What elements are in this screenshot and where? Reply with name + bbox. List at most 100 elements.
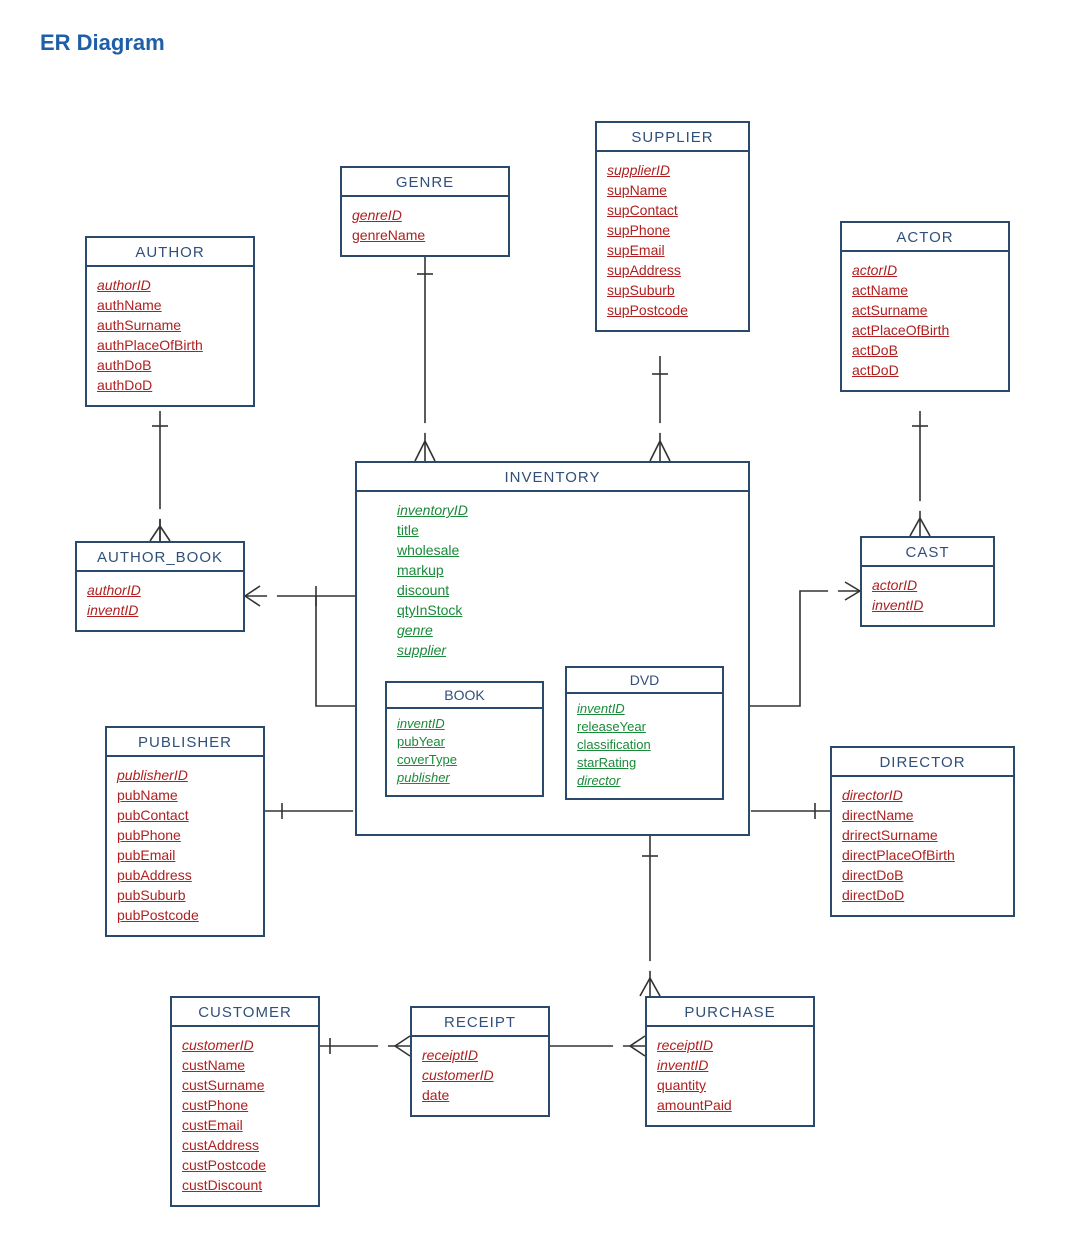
entity-attribute: amountPaid (657, 1095, 803, 1115)
entity-attribute: drirectSurname (842, 825, 1003, 845)
entity-attribute: pubAddress (117, 865, 253, 885)
entity-attribute: starRating (577, 754, 712, 772)
entity-attribute: releaseYear (577, 718, 712, 736)
entity-attribute: directDoD (842, 885, 1003, 905)
entity-attribute: custPostcode (182, 1155, 308, 1175)
entity-receipt: RECEIPT receiptIDcustomerIDdate (410, 1006, 550, 1117)
entity-attribute: inventID (872, 595, 983, 615)
entity-attribute: actorID (872, 575, 983, 595)
entity-genre: GENRE genreIDgenreName (340, 166, 510, 257)
entity-title: ACTOR (842, 223, 1008, 252)
entity-attribute: authorID (87, 580, 233, 600)
entity-attribute: classification (577, 736, 712, 754)
entity-title: PURCHASE (647, 998, 813, 1027)
entity-attribute: customerID (182, 1035, 308, 1055)
entity-dvd: DVD inventIDreleaseYearclassificationsta… (565, 666, 724, 800)
entity-attribute: genreName (352, 225, 498, 245)
entity-attribute: pubSuburb (117, 885, 253, 905)
entity-attribute: actDoD (852, 360, 998, 380)
entity-attribute: custAddress (182, 1135, 308, 1155)
entity-customer: CUSTOMER customerIDcustNamecustSurnamecu… (170, 996, 320, 1207)
entity-attribute: pubContact (117, 805, 253, 825)
entity-attribute: custPhone (182, 1095, 308, 1115)
entity-attribute: receiptID (422, 1045, 538, 1065)
entity-publisher: PUBLISHER publisherIDpubNamepubContactpu… (105, 726, 265, 937)
entity-title: GENRE (342, 168, 508, 197)
entity-attribute: pubName (117, 785, 253, 805)
er-canvas: AUTHOR authorIDauthNameauthSurnameauthPl… (40, 66, 1040, 1226)
entity-attribute: supName (607, 180, 738, 200)
entity-attribute: directName (842, 805, 1003, 825)
entity-attribute: supplierID (607, 160, 738, 180)
entity-title: AUTHOR (87, 238, 253, 267)
page-title: ER Diagram (40, 30, 1036, 56)
entity-attribute: pubEmail (117, 845, 253, 865)
entity-cast: CAST actorIDinventID (860, 536, 995, 627)
entity-attribute: supEmail (607, 240, 738, 260)
entity-attribute: genreID (352, 205, 498, 225)
entity-attribute: authPlaceOfBirth (97, 335, 243, 355)
entity-attribute: coverType (397, 751, 532, 769)
entity-attribute: genre (397, 620, 738, 640)
entity-title: DVD (567, 668, 722, 694)
entity-attribute: inventID (87, 600, 233, 620)
entity-title: DIRECTOR (832, 748, 1013, 777)
entity-attribute: quantity (657, 1075, 803, 1095)
entity-attribute: actSurname (852, 300, 998, 320)
entity-attribute: authDoD (97, 375, 243, 395)
entity-attribute: qtyInStock (397, 600, 738, 620)
entity-attribute: actPlaceOfBirth (852, 320, 998, 340)
entity-attribute: supSuburb (607, 280, 738, 300)
entity-attribute: actDoB (852, 340, 998, 360)
entity-attribute: authDoB (97, 355, 243, 375)
entity-attribute: title (397, 520, 738, 540)
entity-title: CAST (862, 538, 993, 567)
entity-attribute: authorID (97, 275, 243, 295)
entity-book: BOOK inventIDpubYearcoverTypepublisher (385, 681, 544, 797)
entity-attribute: directPlaceOfBirth (842, 845, 1003, 865)
entity-attribute: authName (97, 295, 243, 315)
entity-attribute: inventID (577, 700, 712, 718)
entity-attribute: supPostcode (607, 300, 738, 320)
entity-attribute: authSurname (97, 315, 243, 335)
entity-author-book: AUTHOR_BOOK authorIDinventID (75, 541, 245, 632)
entity-attribute: customerID (422, 1065, 538, 1085)
entity-attribute: date (422, 1085, 538, 1105)
entity-attribute: discount (397, 580, 738, 600)
entity-attribute: directorID (842, 785, 1003, 805)
entity-attribute: actorID (852, 260, 998, 280)
entity-title: INVENTORY (357, 463, 748, 492)
entity-supplier: SUPPLIER supplierIDsupNamesupContact supP… (595, 121, 750, 332)
entity-attribute: actName (852, 280, 998, 300)
entity-attribute: custSurname (182, 1075, 308, 1095)
entity-title: SUPPLIER (597, 123, 748, 152)
entity-attribute: pubYear (397, 733, 532, 751)
entity-director: DIRECTOR directorIDdirectNamedrirectSurn… (830, 746, 1015, 917)
entity-attribute: director (577, 772, 712, 790)
entity-title: CUSTOMER (172, 998, 318, 1027)
entity-attribute: wholesale (397, 540, 738, 560)
entity-actor: ACTOR actorIDactNameactSurnameactPlaceOf… (840, 221, 1010, 392)
entity-title: PUBLISHER (107, 728, 263, 757)
entity-attribute: publisher (397, 769, 532, 787)
entity-purchase: PURCHASE receiptIDinventIDquantityamount… (645, 996, 815, 1127)
entity-attribute: markup (397, 560, 738, 580)
entity-attribute: custDiscount (182, 1175, 308, 1195)
entity-attribute: inventoryID (397, 500, 738, 520)
entity-attribute: supAddress (607, 260, 738, 280)
entity-author: AUTHOR authorIDauthNameauthSurnameauthPl… (85, 236, 255, 407)
entity-attribute: publisherID (117, 765, 253, 785)
entity-attribute: inventID (657, 1055, 803, 1075)
entity-title: RECEIPT (412, 1008, 548, 1037)
entity-title: BOOK (387, 683, 542, 709)
entity-title: AUTHOR_BOOK (77, 543, 243, 572)
entity-attribute: receiptID (657, 1035, 803, 1055)
entity-attribute: pubPhone (117, 825, 253, 845)
entity-attribute: custEmail (182, 1115, 308, 1135)
entity-attribute: supContact (607, 200, 738, 220)
entity-attribute: inventID (397, 715, 532, 733)
entity-attribute: directDoB (842, 865, 1003, 885)
entity-attribute: custName (182, 1055, 308, 1075)
entity-attribute: pubPostcode (117, 905, 253, 925)
entity-attribute: supplier (397, 640, 738, 660)
